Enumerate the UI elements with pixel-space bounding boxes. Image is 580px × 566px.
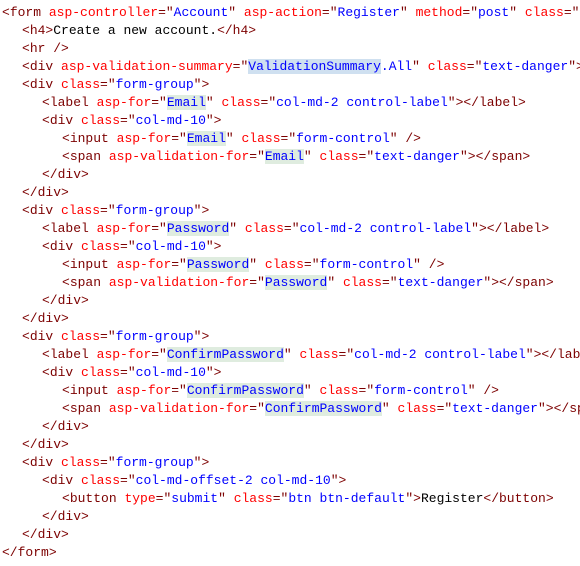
- code-line: </div>: [2, 436, 578, 454]
- code-line: </div>: [2, 292, 578, 310]
- code-line: <button type="submit" class="btn btn-def…: [2, 490, 578, 508]
- code-line: <label asp-for="Email" class="col-md-2 c…: [2, 94, 578, 112]
- code-line: <div class="col-md-offset-2 col-md-10">: [2, 472, 578, 490]
- code-line: <span asp-validation-for="Password" clas…: [2, 274, 578, 292]
- code-line: <div class="form-group">: [2, 454, 578, 472]
- code-line: <div class="col-md-10">: [2, 238, 578, 256]
- code-line: </form>: [2, 544, 578, 562]
- code-line: <span asp-validation-for="ConfirmPasswor…: [2, 400, 578, 418]
- code-line: <h4>Create a new account.</h4>: [2, 22, 578, 40]
- code-line: <div asp-validation-summary="ValidationS…: [2, 58, 578, 76]
- code-line: </div>: [2, 184, 578, 202]
- code-line: <span asp-validation-for="Email" class="…: [2, 148, 578, 166]
- code-line: </div>: [2, 508, 578, 526]
- code-line: <div class="form-group">: [2, 328, 578, 346]
- code-line: </div>: [2, 418, 578, 436]
- code-line: <div class="form-group">: [2, 76, 578, 94]
- code-line: <form asp-controller="Account" asp-actio…: [2, 4, 578, 22]
- code-line: <div class="form-group">: [2, 202, 578, 220]
- code-line: <label asp-for="ConfirmPassword" class="…: [2, 346, 578, 364]
- code-line: <div class="col-md-10">: [2, 364, 578, 382]
- code-line: </div>: [2, 310, 578, 328]
- code-line: <input asp-for="ConfirmPassword" class="…: [2, 382, 578, 400]
- code-line: <hr />: [2, 40, 578, 58]
- code-line: <label asp-for="Password" class="col-md-…: [2, 220, 578, 238]
- code-block: <form asp-controller="Account" asp-actio…: [2, 4, 578, 562]
- code-line: </div>: [2, 526, 578, 544]
- code-line: <input asp-for="Email" class="form-contr…: [2, 130, 578, 148]
- code-line: </div>: [2, 166, 578, 184]
- code-line: <div class="col-md-10">: [2, 112, 578, 130]
- code-line: <input asp-for="Password" class="form-co…: [2, 256, 578, 274]
